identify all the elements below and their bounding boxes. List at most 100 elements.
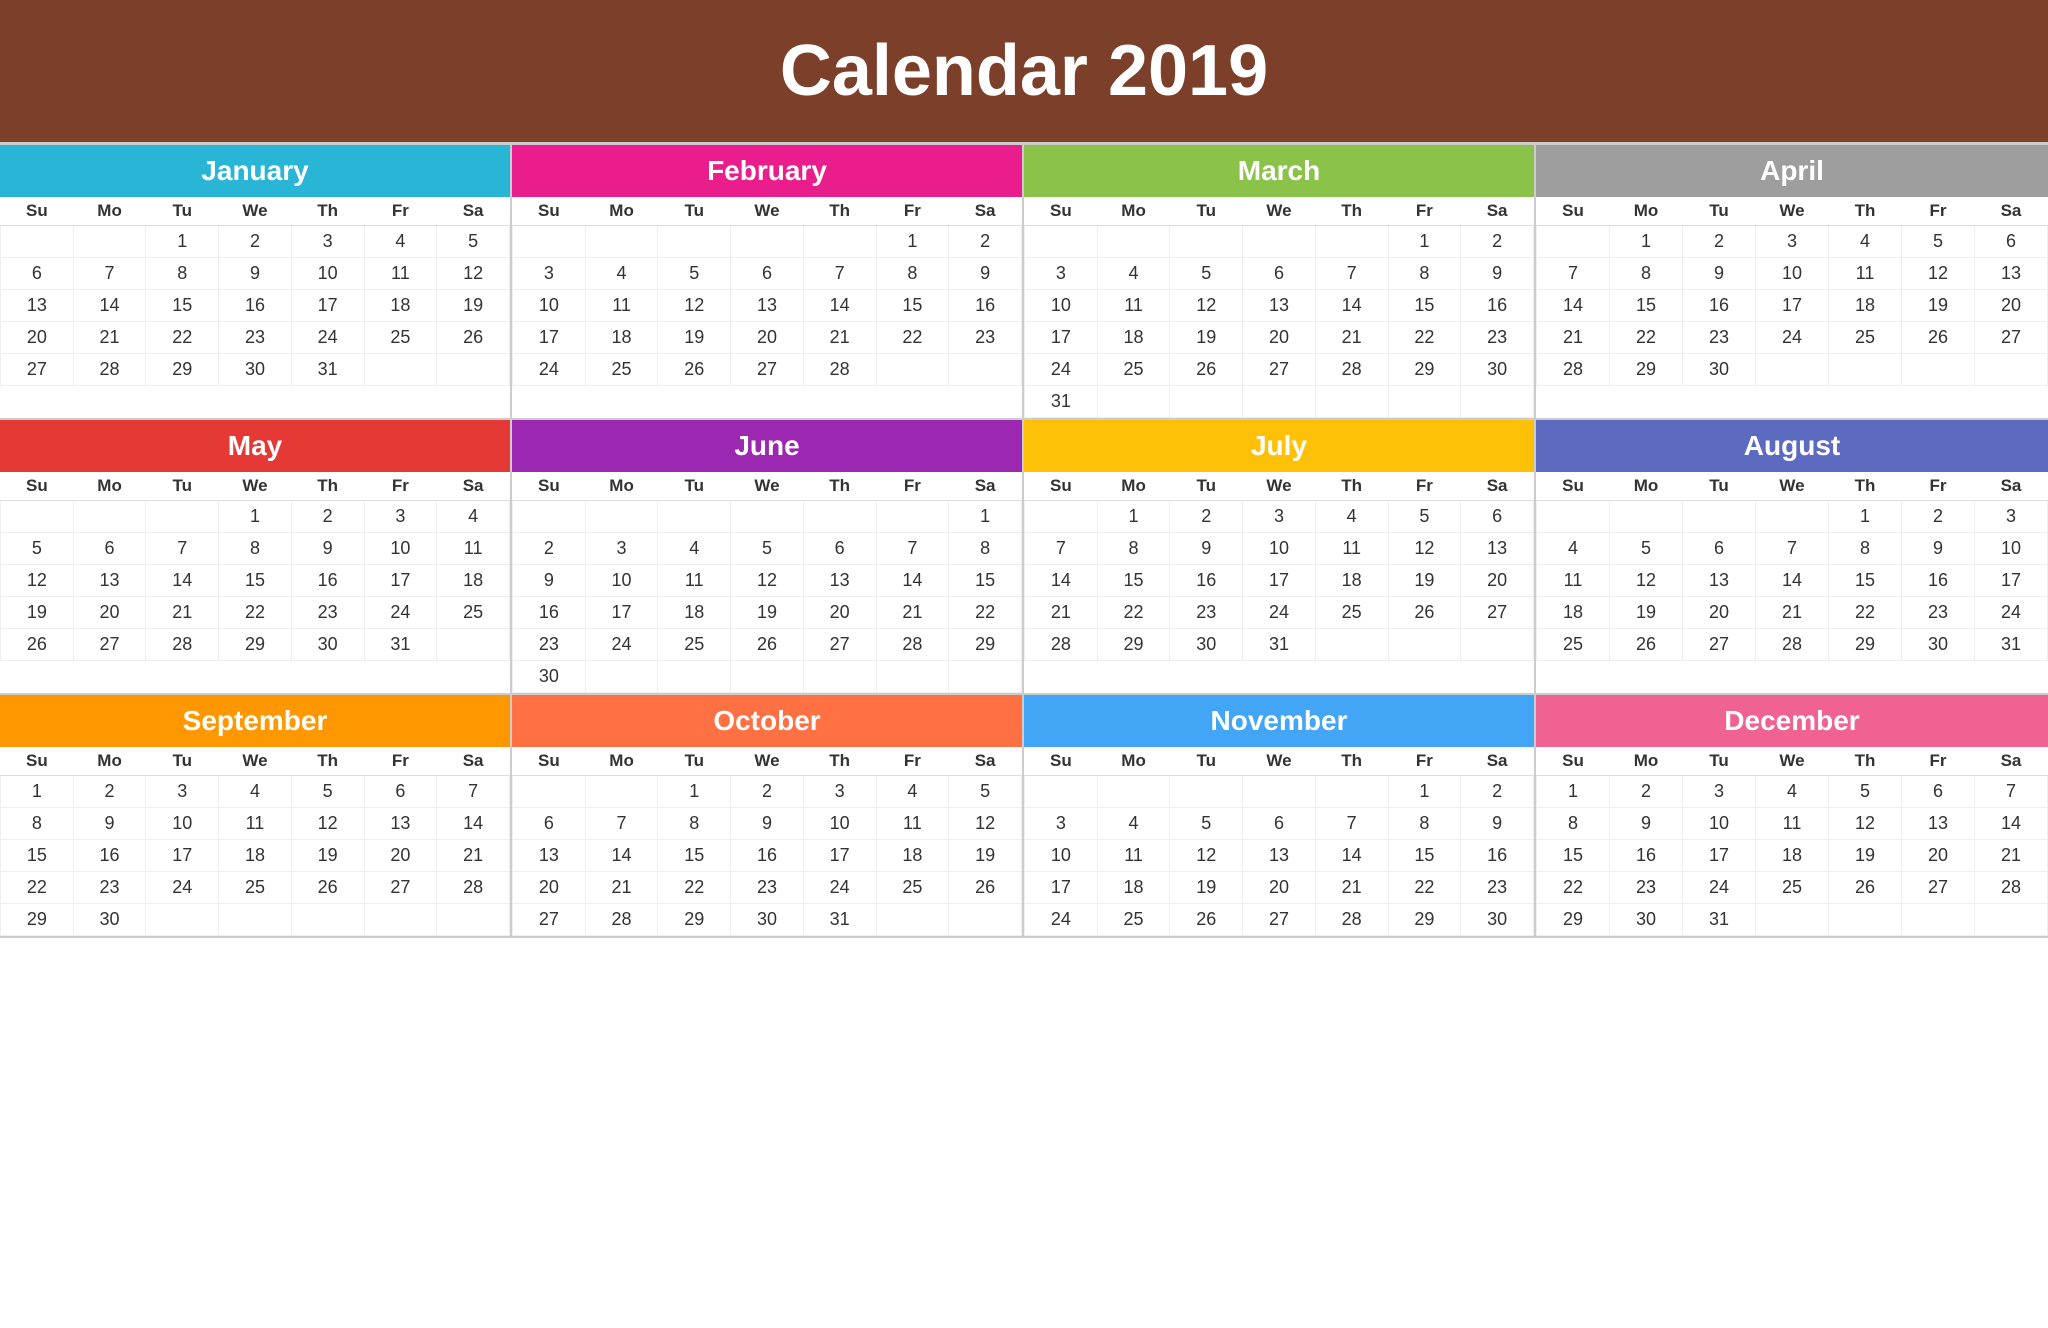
day-cell: 8 [1537, 808, 1610, 840]
day-cell: 27 [73, 629, 146, 661]
day-header: Th [1315, 197, 1388, 226]
day-cell [1537, 501, 1610, 533]
day-cell: 8 [1388, 808, 1461, 840]
month-header-january: January [0, 145, 510, 197]
day-cell: 14 [1975, 808, 2048, 840]
day-cell: 3 [1243, 501, 1316, 533]
day-cell [1243, 226, 1316, 258]
day-cell: 5 [658, 258, 731, 290]
day-cell: 5 [1610, 533, 1683, 565]
day-cell: 1 [1097, 501, 1170, 533]
table-row: 18192021222324 [1537, 597, 2048, 629]
day-cell [1756, 354, 1829, 386]
day-cell: 28 [1025, 629, 1098, 661]
table-row: 24252627282930 [1025, 354, 1534, 386]
day-cell: 7 [1315, 258, 1388, 290]
month-header-august: August [1536, 420, 2048, 472]
day-cell: 8 [1829, 533, 1902, 565]
day-cell: 24 [803, 872, 876, 904]
table-row: 17181920212223 [513, 322, 1022, 354]
day-cell: 2 [1461, 776, 1534, 808]
day-cell [364, 904, 437, 936]
day-cell: 20 [1, 322, 74, 354]
day-cell: 9 [291, 533, 364, 565]
day-cell: 1 [1537, 776, 1610, 808]
table-row: 1234567 [1, 776, 510, 808]
day-header: Tu [1170, 747, 1243, 776]
day-header: Mo [585, 472, 658, 501]
day-cell: 8 [658, 808, 731, 840]
day-cell: 2 [1683, 226, 1756, 258]
table-row: 14151617181920 [1025, 565, 1534, 597]
day-cell: 3 [1025, 258, 1098, 290]
day-cell [364, 354, 437, 386]
day-header: Fr [876, 472, 949, 501]
day-cell [1097, 386, 1170, 418]
day-header: Fr [1388, 197, 1461, 226]
table-row: 24252627282930 [1025, 904, 1534, 936]
day-cell: 16 [1683, 290, 1756, 322]
day-cell: 24 [146, 872, 219, 904]
day-cell: 21 [437, 840, 510, 872]
day-cell: 4 [876, 776, 949, 808]
day-cell: 12 [1610, 565, 1683, 597]
month-block-february: FebruarySuMoTuWeThFrSa123456789101112131… [512, 145, 1024, 420]
day-cell: 2 [1902, 501, 1975, 533]
month-header-march: March [1024, 145, 1534, 197]
day-header: Th [803, 472, 876, 501]
table-row: 282930 [1537, 354, 2048, 386]
day-cell: 16 [731, 840, 804, 872]
day-cell: 20 [1683, 597, 1756, 629]
table-row: 15161718192021 [1, 840, 510, 872]
day-cell: 22 [1388, 872, 1461, 904]
day-cell: 27 [513, 904, 586, 936]
day-header: Sa [949, 197, 1022, 226]
day-cell: 9 [1170, 533, 1243, 565]
table-row: 2728293031 [513, 904, 1022, 936]
day-cell [1025, 501, 1098, 533]
day-cell: 10 [803, 808, 876, 840]
day-cell: 19 [1902, 290, 1975, 322]
day-cell: 10 [1756, 258, 1829, 290]
day-cell: 4 [437, 501, 510, 533]
day-cell: 29 [949, 629, 1022, 661]
day-cell [146, 904, 219, 936]
month-table-january: SuMoTuWeThFrSa12345678910111213141516171… [0, 197, 510, 386]
day-cell: 24 [291, 322, 364, 354]
day-header: Mo [73, 472, 146, 501]
day-cell: 26 [1170, 904, 1243, 936]
day-cell [731, 501, 804, 533]
day-cell: 13 [73, 565, 146, 597]
day-cell: 22 [949, 597, 1022, 629]
day-header: Th [803, 747, 876, 776]
day-cell: 25 [1097, 354, 1170, 386]
day-cell: 17 [1756, 290, 1829, 322]
day-cell: 18 [437, 565, 510, 597]
day-header: Tu [1170, 472, 1243, 501]
table-row: 1234567 [1537, 776, 2048, 808]
day-cell: 8 [949, 533, 1022, 565]
day-cell: 15 [949, 565, 1022, 597]
day-header: Su [513, 197, 586, 226]
table-row: 891011121314 [1537, 808, 2048, 840]
month-block-may: MaySuMoTuWeThFrSa12345678910111213141516… [0, 420, 512, 695]
day-cell [1170, 226, 1243, 258]
month-header-october: October [512, 695, 1022, 747]
day-cell: 28 [1315, 354, 1388, 386]
day-cell: 25 [1756, 872, 1829, 904]
day-cell: 14 [585, 840, 658, 872]
day-cell: 28 [437, 872, 510, 904]
table-row: 12131415161718 [1, 565, 510, 597]
day-cell: 6 [1683, 533, 1756, 565]
day-cell: 6 [1461, 501, 1534, 533]
day-cell: 7 [1975, 776, 2048, 808]
day-cell: 6 [1243, 808, 1316, 840]
day-cell: 4 [658, 533, 731, 565]
day-header: Su [1, 472, 74, 501]
day-cell: 20 [364, 840, 437, 872]
day-cell [1902, 904, 1975, 936]
day-header: We [1243, 197, 1316, 226]
day-cell [1756, 904, 1829, 936]
day-header: Mo [1097, 747, 1170, 776]
day-cell: 14 [1756, 565, 1829, 597]
